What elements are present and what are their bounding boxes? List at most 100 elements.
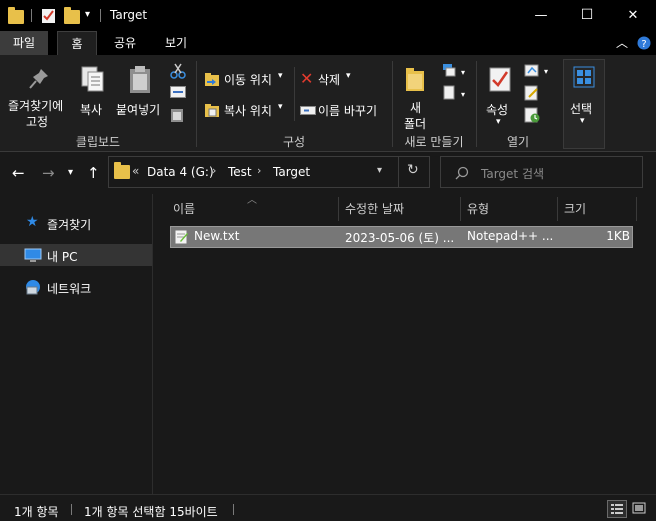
pin-label: 고정 (26, 115, 49, 129)
pin-icon (29, 69, 48, 89)
copy-icon (81, 66, 104, 92)
breadcrumb-item[interactable]: Target (273, 165, 310, 179)
chevron-down-icon: ▾ (580, 116, 585, 126)
new-folder-label: 폴더 (404, 117, 427, 131)
column-divider[interactable] (557, 197, 558, 221)
status-bar: 1개 항목 1개 항목 선택함 15바이트 (0, 494, 656, 521)
title-bar: ▾ Target — ☐ ✕ (0, 0, 656, 31)
copy-to-folder-icon (205, 104, 219, 117)
pin-to-quick-access-button[interactable]: 즐겨찾기에 고정 (4, 59, 72, 129)
copy-to-button[interactable]: 복사 위치 ▾ (202, 100, 290, 120)
new-folder-label: 새 (410, 101, 422, 115)
help-icon[interactable]: ? (634, 31, 654, 55)
new-folder-icon[interactable] (64, 7, 80, 25)
search-box[interactable]: Target 검색 (440, 156, 643, 188)
copy-to-label: 복사 위치 (224, 104, 272, 118)
column-header-modified[interactable]: 수정한 날짜 (345, 197, 455, 221)
tab-home[interactable]: 홈 (57, 31, 97, 56)
new-folder-icon (406, 68, 424, 91)
properties-label: 속성 (486, 103, 509, 117)
svg-text:▾: ▾ (461, 90, 465, 99)
large-icons-view-icon (632, 502, 646, 514)
search-icon (455, 166, 469, 180)
breadcrumb-item[interactable]: Test (228, 165, 252, 179)
rename-label: 이름 바꾸기 (318, 104, 378, 118)
group-label-clipboard: 클립보드 (75, 135, 121, 149)
delete-button[interactable]: ✕ 삭제 ▾ (298, 69, 358, 89)
move-to-button[interactable]: 이동 위치 ▾ (202, 69, 290, 89)
rename-button[interactable]: 이름 바꾸기 (298, 100, 386, 120)
up-button[interactable]: ↑ (87, 164, 100, 182)
forward-button[interactable]: → (42, 164, 55, 182)
divider (100, 9, 101, 22)
column-header-name[interactable]: 이름 (173, 197, 333, 221)
paste-shortcut-icon[interactable] (170, 107, 184, 123)
nav-item-network[interactable]: 네트워크 (0, 276, 152, 298)
file-size: 1KB (606, 229, 630, 243)
properties-button[interactable]: 속성 ▾ (482, 59, 518, 129)
file-name: New.txt (194, 229, 240, 243)
column-divider[interactable] (460, 197, 461, 221)
address-bar[interactable]: « Data 4 (G:) › Test › Target ▾ ↻ (108, 156, 430, 188)
properties-checkmark-icon[interactable] (41, 7, 57, 25)
tab-file[interactable]: 파일 (0, 31, 48, 55)
tab-view[interactable]: 보기 (158, 31, 194, 55)
new-folder-button[interactable]: 새 폴더 (398, 59, 434, 131)
minimize-button[interactable]: — (518, 0, 564, 31)
chevron-down-icon[interactable]: ▾ (85, 9, 90, 27)
properties-icon (489, 67, 511, 92)
text-file-icon (174, 229, 188, 245)
maximize-button[interactable]: ☐ (564, 0, 610, 31)
file-modified: 2023-05-06 (토) ... (345, 231, 455, 245)
rename-icon (300, 106, 316, 115)
pin-label: 즐겨찾기에 (8, 99, 64, 113)
divider (398, 157, 399, 187)
nav-item-label: 즐겨찾기 (47, 218, 92, 232)
search-input[interactable]: Target 검색 (481, 165, 544, 182)
recent-locations-button[interactable]: ▾ (68, 167, 73, 178)
edit-icon[interactable] (524, 85, 540, 101)
item-count: 1개 항목 (14, 505, 59, 519)
breadcrumb-item[interactable]: Data 4 (G:) (147, 165, 214, 179)
copy-path-icon[interactable] (170, 86, 186, 98)
folder-icon (114, 162, 130, 179)
column-divider[interactable] (636, 197, 637, 221)
refresh-icon[interactable]: ↻ (407, 162, 419, 178)
group-label-new: 새로 만들기 (404, 135, 464, 149)
history-icon[interactable] (524, 107, 540, 123)
open-icon[interactable]: ▾ (524, 63, 552, 79)
chevron-down-icon: ▾ (278, 71, 283, 81)
details-view-button[interactable] (607, 500, 627, 518)
address-history-dropdown[interactable]: ▾ (377, 165, 382, 176)
breadcrumb-separator-icon: › (257, 164, 262, 177)
paste-button[interactable]: 붙여넣기 (114, 59, 166, 129)
column-header-size[interactable]: 크기 (564, 197, 634, 221)
navigation-pane (0, 194, 153, 494)
nav-item-this-pc[interactable]: 내 PC (0, 244, 152, 266)
chevron-down-icon: ▾ (278, 102, 283, 112)
close-button[interactable]: ✕ (610, 0, 656, 31)
window-title: Target (110, 8, 148, 22)
large-icons-view-button[interactable] (630, 500, 650, 518)
breadcrumb-overflow[interactable]: « (132, 164, 139, 178)
star-icon: ★ (26, 214, 39, 230)
divider (233, 504, 234, 515)
column-divider[interactable] (338, 197, 339, 221)
cut-icon[interactable] (170, 63, 186, 79)
copy-button[interactable]: 복사 (76, 59, 110, 129)
computer-icon (24, 248, 42, 262)
select-all-icon (573, 66, 595, 88)
column-header-type[interactable]: 유형 (467, 197, 552, 221)
back-button[interactable]: ← (12, 164, 25, 182)
easy-access-icon[interactable]: ▾ (442, 85, 466, 101)
select-button[interactable]: 선택 ▾ (563, 59, 605, 149)
clipboard-icon (130, 66, 150, 93)
tab-share[interactable]: 공유 (108, 31, 142, 55)
svg-text:▾: ▾ (544, 67, 548, 76)
divider (71, 504, 72, 515)
ribbon-tabs: 파일 홈 공유 보기 ︿ ? (0, 31, 656, 56)
new-item-icon[interactable]: ▾ (442, 63, 466, 79)
nav-item-quick-access[interactable]: ★ 즐겨찾기 (0, 212, 152, 234)
collapse-ribbon-icon[interactable]: ︿ (612, 31, 632, 55)
nav-item-label: 네트워크 (47, 282, 92, 296)
